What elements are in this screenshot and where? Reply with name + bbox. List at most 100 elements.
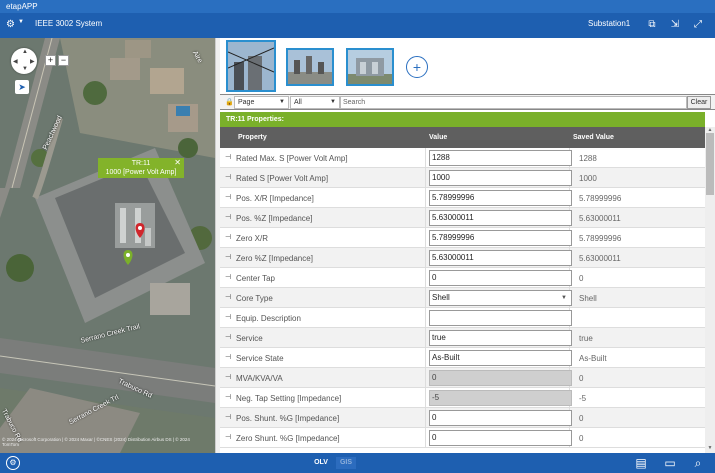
app-header: ⚙ ▼ IEEE 3002 System Substation1 ⧉ ⇲ ⤢: [0, 13, 715, 38]
value-input[interactable]: 1288: [429, 150, 572, 166]
table-row[interactable]: ⊣ Rated Max. S [Power Volt Amp] 1288 1288: [220, 148, 705, 168]
table-row[interactable]: ⊣ Pos. Shunt. %G [Impedance] 0 0: [220, 408, 705, 428]
pin-icon[interactable]: ⊣: [225, 193, 231, 201]
value-input[interactable]: 5.78999996: [429, 190, 572, 206]
pan-right-icon[interactable]: ▶: [30, 58, 35, 65]
pin-icon[interactable]: ⊣: [225, 313, 231, 321]
pin-icon[interactable]: ⊣: [225, 373, 231, 381]
value-input[interactable]: 5.78999996: [429, 230, 572, 246]
edit-list-icon[interactable]: ▤: [633, 455, 649, 471]
table-row[interactable]: ⊣ Pos. %Z [Impedance] 5.63000011 5.63000011: [220, 208, 705, 228]
element-popup[interactable]: TR:11 1000 [Power Volt Amp] ✕: [98, 158, 184, 178]
clear-button[interactable]: Clear: [687, 96, 711, 109]
pin-icon[interactable]: ⊣: [225, 293, 231, 301]
gis-map[interactable]: ▲ ▼ ◀ ▶ + − ➤ TR:11 1000 [Power Volt Amp…: [0, 38, 215, 453]
table-row[interactable]: ⊣ Service true true: [220, 328, 705, 348]
add-photo-button[interactable]: +: [406, 56, 428, 78]
table-row[interactable]: ⊣ Core Type Shell ▼ Shell: [220, 288, 705, 308]
table-row[interactable]: ⊣ Equip. Description: [220, 308, 705, 328]
value-input[interactable]: As-Built: [429, 350, 572, 366]
category-select[interactable]: All ▼: [290, 96, 340, 109]
value-input[interactable]: 0: [429, 270, 572, 286]
pin-icon[interactable]: ⊣: [225, 153, 231, 161]
pin-icon[interactable]: ⊣: [225, 333, 231, 341]
value-input[interactable]: 5.63000011: [429, 210, 572, 226]
properties-panel: + 🔒 Page ▼ All ▼ Search Clear TR:11 Prop…: [220, 38, 715, 453]
pin-icon[interactable]: ⊣: [225, 433, 231, 441]
header-saved-value: Saved Value: [573, 134, 614, 141]
substation-selector[interactable]: Substation1: [588, 19, 630, 28]
table-row[interactable]: ⊣ Zero X/R 5.78999996 5.78999996: [220, 228, 705, 248]
pin-icon[interactable]: ⊣: [225, 173, 231, 181]
table-row[interactable]: ⊣ Zero %Z [Impedance] 5.63000011 5.63000011: [220, 248, 705, 268]
table-row[interactable]: ⊣ Rated S [Power Volt Amp] 1000 1000: [220, 168, 705, 188]
value-select[interactable]: Shell ▼: [429, 290, 572, 306]
chevron-down-icon[interactable]: ▼: [18, 19, 24, 25]
pin-icon[interactable]: ⊣: [225, 233, 231, 241]
pin-icon[interactable]: ⊣: [225, 253, 231, 261]
pin-icon[interactable]: ⊣: [225, 213, 231, 221]
property-name: Core Type: [236, 294, 273, 303]
network-icon[interactable]: ⧉: [645, 18, 659, 32]
saved-value: 0: [579, 274, 584, 283]
scroll-thumb[interactable]: [706, 133, 714, 195]
saved-value: 5.78999996: [579, 234, 622, 243]
table-row[interactable]: ⊣ Service State As-Built As-Built: [220, 348, 705, 368]
photo-thumbnail[interactable]: [286, 48, 334, 86]
photo-thumbnail[interactable]: [226, 40, 276, 92]
value-cell: 0: [425, 368, 572, 388]
property-name: Rated S [Power Volt Amp]: [236, 174, 329, 183]
pan-left-icon[interactable]: ◀: [13, 58, 18, 65]
app-footer: ⚙ OLV GIS ▤ ▭ ⌕: [0, 453, 715, 473]
pin-icon[interactable]: ⊣: [225, 413, 231, 421]
table-row[interactable]: ⊣ MVA/KVA/VA 0 0: [220, 368, 705, 388]
saved-value: 5.63000011: [579, 214, 621, 223]
table-row[interactable]: ⊣ Center Tap 0 0: [220, 268, 705, 288]
mode-olv-button[interactable]: OLV: [310, 457, 332, 469]
table-row[interactable]: ⊣ Pos. X/R [Impedance] 5.78999996 5.7899999…: [220, 188, 705, 208]
saved-value: -5: [579, 394, 587, 403]
table-row[interactable]: ⊣ Zero Shunt. %G [Impedance] 0 0: [220, 428, 705, 448]
value-input[interactable]: [429, 310, 572, 326]
saved-value: 5.63000011: [579, 254, 621, 263]
property-name: Service: [236, 334, 263, 343]
value-input[interactable]: 0: [429, 430, 572, 446]
properties-table: ⊣ Rated Max. S [Power Volt Amp] 1288 1288 ⊣ R…: [220, 148, 705, 453]
pin-icon[interactable]: ⊣: [225, 393, 231, 401]
mode-gis-button[interactable]: GIS: [336, 457, 356, 469]
zoom-in-button[interactable]: +: [45, 55, 56, 66]
value-cell: 0: [425, 408, 572, 428]
pan-control[interactable]: ▲ ▼ ◀ ▶: [11, 48, 37, 74]
scope-select[interactable]: Page ▼: [234, 96, 289, 109]
value-input[interactable]: true: [429, 330, 572, 346]
settings-circle-icon[interactable]: ⚙: [6, 456, 20, 470]
pin-icon[interactable]: ⊣: [225, 353, 231, 361]
scroll-down-icon[interactable]: ▼: [705, 445, 715, 451]
expand-icon[interactable]: ⤢: [691, 18, 705, 32]
pan-up-icon[interactable]: ▲: [22, 49, 28, 55]
property-name: Zero %Z [Impedance]: [236, 254, 313, 263]
search-input[interactable]: Search: [340, 96, 687, 109]
pin-icon[interactable]: ⊣: [225, 273, 231, 281]
search-icon[interactable]: ⌕: [690, 455, 706, 471]
value-input[interactable]: 0: [429, 370, 572, 386]
export-icon[interactable]: ⇲: [668, 18, 682, 32]
zoom-out-button[interactable]: −: [58, 55, 69, 66]
scrollbar[interactable]: ▲ ▼: [705, 127, 715, 453]
value-cell: true: [425, 328, 572, 348]
locate-icon[interactable]: ➤: [15, 80, 29, 94]
map-attribution: © 2024 Microsoft Corporation | © 2024 Ma…: [2, 437, 190, 447]
pan-down-icon[interactable]: ▼: [22, 66, 28, 72]
close-icon[interactable]: ✕: [174, 158, 181, 167]
value-cell: 0: [425, 428, 572, 448]
chat-icon[interactable]: ▭: [662, 455, 678, 471]
table-row[interactable]: ⊣ Neg. Tap Setting [Impedance] -5 -5: [220, 388, 705, 408]
value-input[interactable]: 5.63000011: [429, 250, 572, 266]
value-input[interactable]: 1000: [429, 170, 572, 186]
system-title: IEEE 3002 System: [35, 19, 103, 28]
photo-thumbnail[interactable]: [346, 48, 394, 86]
value-input[interactable]: 0: [429, 410, 572, 426]
value-input[interactable]: -5: [429, 390, 572, 406]
lock-icon[interactable]: 🔒: [225, 98, 234, 106]
property-name: Pos. X/R [Impedance]: [236, 194, 314, 203]
